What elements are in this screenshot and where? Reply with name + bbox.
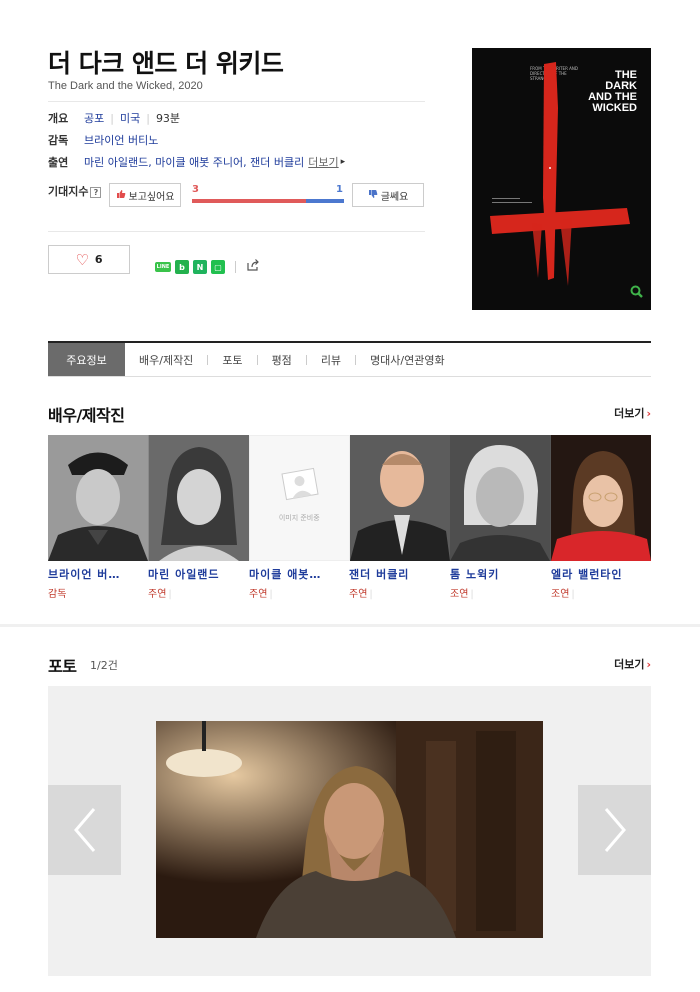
image-placeholder-icon	[281, 467, 319, 501]
meh-button[interactable]: 글쎄요	[352, 183, 424, 207]
cast-photo[interactable]	[550, 435, 651, 561]
line-icon[interactable]: LINE	[155, 262, 171, 272]
divider	[235, 261, 236, 273]
cast-name[interactable]: 톰 노윅키	[450, 566, 546, 582]
chevron-right-icon: ›	[646, 407, 651, 420]
cast-name[interactable]: 엘라 밸런타인	[551, 566, 647, 582]
prev-photo-button[interactable]	[48, 785, 121, 875]
meh-label: 글쎄요	[380, 191, 409, 203]
director-label: 감독	[48, 134, 69, 147]
tab-photo[interactable]: 포토	[208, 343, 256, 376]
help-icon[interactable]: ?	[90, 187, 102, 198]
cast-role: 조연 |	[551, 589, 575, 600]
heart-icon: ♡	[75, 250, 89, 269]
cast-photo-placeholder[interactable]: 이미지 준비중	[249, 435, 350, 561]
cast-photo[interactable]	[48, 435, 149, 561]
bookmark-icon[interactable]: N	[193, 260, 207, 274]
zoom-icon[interactable]	[630, 285, 643, 302]
want-count: 3	[192, 184, 199, 195]
movie-title: 더 다크 앤드 더 위키드	[48, 49, 284, 78]
cast-role: 감독	[48, 589, 67, 600]
memo-icon[interactable]: ▢	[211, 260, 225, 274]
overview-row: 개요 공포 | 미국 | 93분	[48, 112, 181, 125]
expectation-label: 기대지수?	[48, 183, 108, 199]
photo-count: 1/2건	[90, 659, 118, 672]
placeholder-text: 이미지 준비중	[278, 514, 320, 522]
cast-label: 출연	[48, 156, 69, 169]
cast-photo[interactable]	[349, 435, 450, 561]
tab-rating[interactable]: 평점	[258, 343, 306, 376]
cast-name[interactable]: 브라이언 버…	[48, 566, 144, 582]
photo-carousel	[48, 686, 651, 976]
meh-count: 1	[336, 184, 343, 195]
runtime: 93분	[155, 112, 181, 125]
want-bar-fill	[192, 199, 306, 203]
expectation-bar	[192, 199, 344, 203]
cast-role: 주연 |	[349, 589, 373, 600]
like-count: 6	[94, 253, 103, 266]
want-to-see-label: 보고싶어요	[128, 191, 175, 203]
movie-poster[interactable]: FROM THE WRITER AND DIRECTOR OF THE STRA…	[472, 48, 651, 310]
tab-quotes[interactable]: 명대사/연관영화	[356, 343, 459, 376]
share-icons: LINE b N ▢	[155, 258, 260, 276]
meh-bar-fill	[306, 199, 344, 203]
cast-more-link[interactable]: 더보기	[308, 154, 338, 170]
thumbs-down-icon	[368, 189, 378, 202]
chevron-left-icon	[73, 808, 95, 852]
next-photo-button[interactable]	[578, 785, 651, 875]
divider	[48, 101, 425, 102]
cast-role: 주연 |	[148, 589, 172, 600]
thumbs-up-icon	[116, 189, 126, 202]
expectation-row: 기대지수?	[48, 183, 108, 199]
cast-photo-strip: 이미지 준비중	[48, 435, 651, 561]
director-link[interactable]: 브라이언 버티노	[84, 132, 158, 148]
cast-photo[interactable]	[450, 435, 551, 561]
chevron-right-icon	[604, 808, 626, 852]
cast-role: 주연 |	[249, 589, 273, 600]
movie-subtitle: The Dark and the Wicked, 2020	[48, 80, 203, 92]
cast-name[interactable]: 마이클 애봇…	[249, 566, 345, 582]
director-row: 감독 브라이언 버티노	[48, 132, 158, 148]
like-button[interactable]: ♡ 6	[48, 245, 130, 274]
chevron-right-icon: ▸	[340, 157, 346, 167]
cast-more-button[interactable]: 더보기 ›	[614, 405, 651, 421]
tab-main-info[interactable]: 주요정보	[48, 343, 125, 376]
cast-name[interactable]: 마린 아일랜드	[148, 566, 244, 582]
cast-section-title: 배우/제작진	[48, 406, 125, 425]
tab-cast[interactable]: 배우/제작진	[125, 343, 207, 376]
tab-review[interactable]: 리뷰	[307, 343, 355, 376]
cast-name[interactable]: 잰더 버클리	[349, 566, 445, 582]
photo-still[interactable]	[156, 721, 543, 938]
share-icon[interactable]	[246, 258, 260, 276]
band-icon[interactable]: b	[175, 260, 189, 274]
photo-more-button[interactable]: 더보기 ›	[614, 656, 651, 672]
tab-bar: 주요정보 배우/제작진 포토 평점 리뷰 명대사/연관영화	[48, 341, 651, 377]
section-divider	[0, 624, 700, 627]
divider	[48, 231, 425, 232]
want-to-see-button[interactable]: 보고싶어요	[109, 183, 181, 207]
cast-photo[interactable]	[148, 435, 249, 561]
photo-section-title: 포토	[48, 657, 77, 676]
cast-role: 조연 |	[450, 589, 474, 600]
inverted-cross-icon	[490, 62, 630, 286]
chevron-right-icon: ›	[646, 658, 651, 671]
overview-label: 개요	[48, 112, 69, 125]
genre-link[interactable]: 공포	[84, 112, 104, 125]
cast-links[interactable]: 마린 아일랜드, 마이클 애봇 주니어, 잰더 버클리	[84, 154, 304, 170]
country-link[interactable]: 미국	[120, 112, 140, 125]
cast-row: 출연 마린 아일랜드, 마이클 애봇 주니어, 잰더 버클리 더보기 ▸	[48, 154, 345, 170]
